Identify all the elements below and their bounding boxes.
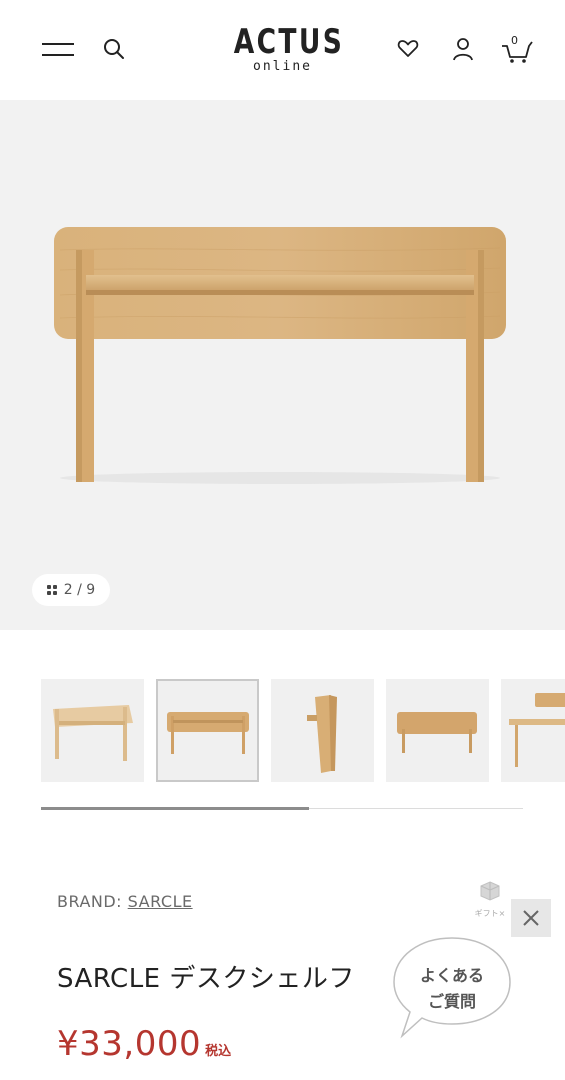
grid-icon <box>46 585 57 595</box>
faq-text: よくある ご質問 <box>392 963 512 1015</box>
image-counter[interactable]: 2 / 9 <box>32 574 110 606</box>
product-price: ¥33,000 税込 <box>57 1024 231 1064</box>
tax-label: 税込 <box>205 1044 232 1059</box>
cart-icon[interactable]: 0 <box>501 34 533 63</box>
close-button[interactable] <box>511 899 551 937</box>
thumbnail-5[interactable] <box>501 679 565 782</box>
logo-sub-text: online <box>253 59 312 74</box>
close-icon <box>523 910 539 926</box>
gift-label: ギフト× <box>474 909 506 918</box>
heart-icon[interactable] <box>396 36 422 62</box>
gift-badge[interactable]: ギフト× <box>470 880 510 919</box>
brand-link[interactable]: SARCLE <box>128 892 193 911</box>
faq-line-1: よくある <box>419 966 484 985</box>
image-counter-text: 2 / 9 <box>63 582 96 598</box>
faq-bubble-button[interactable]: よくある ご質問 <box>392 936 512 1040</box>
thumbnail-scrollbar[interactable] <box>41 807 523 810</box>
thumbnail-4[interactable] <box>386 679 489 782</box>
brand-label: BRAND: <box>57 892 123 911</box>
faq-line-2: ご質問 <box>427 992 476 1011</box>
logo-main-text: ACTUS <box>233 22 345 62</box>
desk-shelf-illustration <box>54 227 506 484</box>
product-title: SARCLE デスクシェルフ <box>57 964 355 994</box>
thumbnail-3[interactable] <box>271 679 374 782</box>
search-icon[interactable] <box>102 37 126 61</box>
cart-count: 0 <box>511 34 518 47</box>
site-header: ACTUS online 0 <box>0 0 565 100</box>
logo[interactable]: ACTUS online <box>220 24 345 74</box>
menu-icon[interactable] <box>42 40 74 60</box>
brand-line: BRAND: SARCLE <box>57 892 193 911</box>
price-amount: ¥33,000 <box>57 1024 202 1064</box>
thumbnail-strip[interactable] <box>41 679 565 783</box>
product-main-image[interactable] <box>0 100 565 630</box>
thumbnail-2[interactable] <box>156 679 259 782</box>
gift-icon <box>480 881 500 901</box>
user-icon[interactable] <box>450 36 476 62</box>
thumbnail-1[interactable] <box>41 679 144 782</box>
thumbnail-scrollbar-thumb[interactable] <box>41 807 309 810</box>
